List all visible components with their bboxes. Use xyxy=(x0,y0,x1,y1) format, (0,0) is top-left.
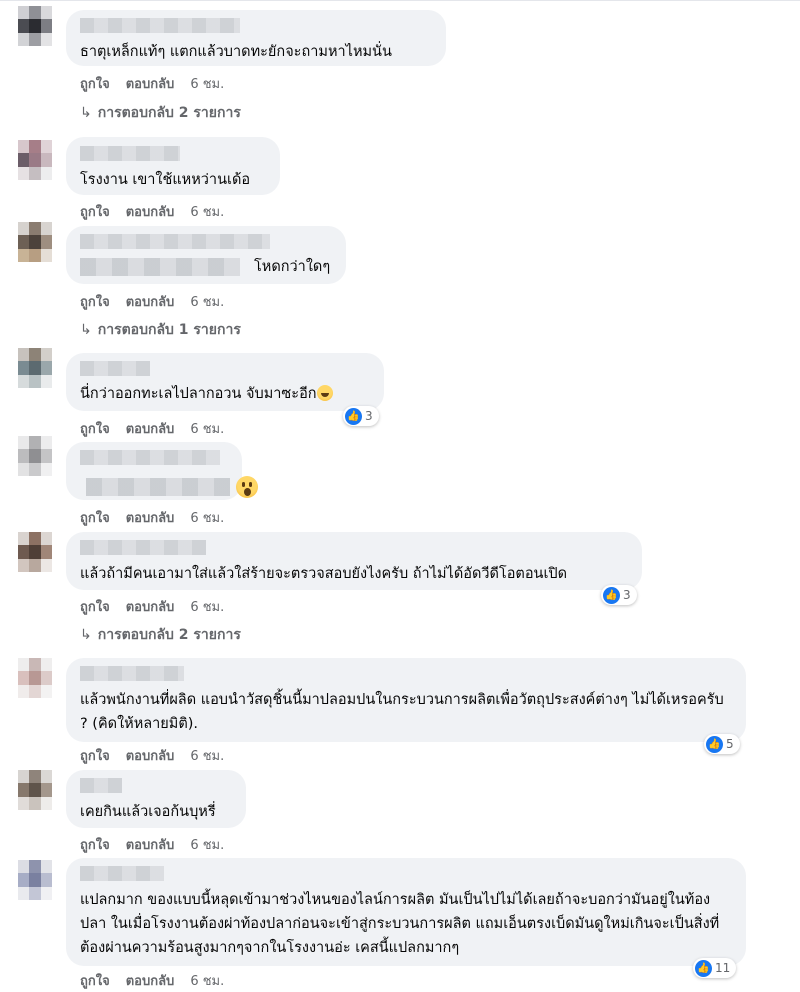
view-replies-link[interactable]: ↳ การตอบกลับ 2 รายการ xyxy=(80,624,241,646)
reaction-count[interactable]: 👍 3 xyxy=(343,406,379,426)
replies-label: การตอบกลับ 2 รายการ xyxy=(97,627,241,643)
comment-bubble: โหดกว่าใดๆ xyxy=(66,226,346,284)
comment-bubble: แล้วถ้ามีคนเอามาใส่แล้วใส่ร้ายจะตรวจสอบย… xyxy=(66,532,642,590)
timestamp[interactable]: 6 ชม. xyxy=(190,596,224,617)
reaction-count-value: 3 xyxy=(365,409,373,423)
comment-actions: ถูกใจ ตอบกลับ 6 ชม. xyxy=(80,507,224,528)
rofl-emoji-icon xyxy=(316,385,333,401)
top-divider xyxy=(0,0,800,1)
like-button[interactable]: ถูกใจ xyxy=(80,507,110,528)
reply-button[interactable]: ตอบกลับ xyxy=(126,507,175,528)
timestamp[interactable]: 6 ชม. xyxy=(190,507,224,528)
avatar[interactable] xyxy=(18,436,52,476)
view-replies-link[interactable]: ↳ การตอบกลับ 2 รายการ xyxy=(80,102,241,124)
avatar[interactable] xyxy=(18,860,52,900)
author-name-blurred[interactable] xyxy=(80,234,270,249)
comment-text: โหดกว่าใดๆ xyxy=(254,259,331,275)
comment-actions: ถูกใจ ตอบกลับ 6 ชม. xyxy=(80,745,224,766)
comment-actions: ถูกใจ ตอบกลับ 6 ชม. xyxy=(80,201,224,222)
comment-text: ธาตุเหล็กแท้ๆ แตกแล้วบาดทะยักจะถามหาไหมน… xyxy=(80,44,392,60)
reply-button[interactable]: ตอบกลับ xyxy=(126,418,175,439)
comment-bubble: แล้วพนักงานที่ผลิด แอบนำวัสดุชิ้นนี้มาปล… xyxy=(66,658,746,742)
reply-button[interactable]: ตอบกลับ xyxy=(126,745,175,766)
reply-arrow-icon: ↳ xyxy=(80,627,92,643)
reaction-count[interactable]: 👍 3 xyxy=(601,585,637,605)
comment-text: แล้วถ้ามีคนเอามาใส่แล้วใส่ร้ายจะตรวจสอบย… xyxy=(80,566,568,582)
reply-arrow-icon: ↳ xyxy=(80,105,92,121)
like-icon: 👍 xyxy=(603,586,620,604)
author-name-blurred[interactable] xyxy=(80,666,184,681)
replies-label: การตอบกลับ 1 รายการ xyxy=(97,322,241,338)
like-button[interactable]: ถูกใจ xyxy=(80,745,110,766)
timestamp[interactable]: 6 ชม. xyxy=(190,834,224,855)
comment-text-blurred xyxy=(80,258,240,276)
avatar[interactable] xyxy=(18,658,52,698)
like-button[interactable]: ถูกใจ xyxy=(80,291,110,312)
like-button[interactable]: ถูกใจ xyxy=(80,201,110,222)
author-name-blurred[interactable] xyxy=(80,146,180,161)
comment-bubble: นี่กว่าออกทะเลไปลากอวน จับมาซะอีก xyxy=(66,353,384,411)
author-name-blurred[interactable] xyxy=(80,778,122,793)
comment-text: เคยกินแล้วเจอก้นบุหรี่ xyxy=(80,804,216,820)
comment-bubble: ธาตุเหล็กแท้ๆ แตกแล้วบาดทะยักจะถามหาไหมน… xyxy=(66,10,446,66)
comment-actions: ถูกใจ ตอบกลับ 6 ชม. xyxy=(80,834,224,855)
timestamp[interactable]: 6 ชม. xyxy=(190,418,224,439)
like-button[interactable]: ถูกใจ xyxy=(80,596,110,617)
like-icon: 👍 xyxy=(695,959,712,977)
avatar[interactable] xyxy=(18,348,52,388)
timestamp[interactable]: 6 ชม. xyxy=(190,291,224,312)
replies-label: การตอบกลับ 2 รายการ xyxy=(97,105,241,121)
timestamp[interactable]: 6 ชม. xyxy=(190,970,224,991)
avatar[interactable] xyxy=(18,6,52,46)
reply-button[interactable]: ตอบกลับ xyxy=(126,970,175,991)
comment-text: แล้วพนักงานที่ผลิด แอบนำวัสดุชิ้นนี้มาปล… xyxy=(80,692,724,732)
like-button[interactable]: ถูกใจ xyxy=(80,834,110,855)
comment-bubble: เคยกินแล้วเจอก้นบุหรี่ xyxy=(66,770,246,828)
comment-text: นี่กว่าออกทะเลไปลากอวน จับมาซะอีก xyxy=(80,382,370,406)
reply-button[interactable]: ตอบกลับ xyxy=(126,201,175,222)
timestamp[interactable]: 6 ชม. xyxy=(190,73,224,94)
author-name-blurred[interactable] xyxy=(80,18,240,33)
like-button[interactable]: ถูกใจ xyxy=(80,73,110,94)
reply-button[interactable]: ตอบกลับ xyxy=(126,73,175,94)
reaction-count-value: 3 xyxy=(623,588,631,602)
reply-button[interactable]: ตอบกลับ xyxy=(126,596,175,617)
like-icon: 👍 xyxy=(345,407,362,425)
reaction-count[interactable]: 👍 11 xyxy=(693,958,737,978)
author-name-blurred[interactable] xyxy=(80,540,206,555)
comment-text: แปลกมาก ของแบบนี้หลุดเข้ามาช่วงไหนของไลน… xyxy=(80,892,720,956)
comment-bubble: โรงงาน เขาใช้แหหว่านเด้อ xyxy=(66,137,280,195)
like-button[interactable]: ถูกใจ xyxy=(80,418,110,439)
like-icon: 👍 xyxy=(706,735,723,753)
reply-arrow-icon: ↳ xyxy=(80,322,92,338)
reply-button[interactable]: ตอบกลับ xyxy=(126,291,175,312)
comment-actions: ถูกใจ ตอบกลับ 6 ชม. xyxy=(80,73,224,94)
comment-text-blurred xyxy=(86,478,230,496)
comment-actions: ถูกใจ ตอบกลับ 6 ชม. xyxy=(80,970,224,991)
comment-actions: ถูกใจ ตอบกลับ 6 ชม. xyxy=(80,291,224,312)
like-button[interactable]: ถูกใจ xyxy=(80,970,110,991)
comment-bubble: แปลกมาก ของแบบนี้หลุดเข้ามาช่วงไหนของไลน… xyxy=(66,858,746,966)
comment-text: โรงงาน เขาใช้แหหว่านเด้อ xyxy=(80,172,251,188)
view-replies-link[interactable]: ↳ การตอบกลับ 1 รายการ xyxy=(80,319,241,341)
comment-actions: ถูกใจ ตอบกลับ 6 ชม. xyxy=(80,596,224,617)
author-name-blurred[interactable] xyxy=(80,361,150,376)
reaction-count-value: 11 xyxy=(715,961,731,975)
reply-button[interactable]: ตอบกลับ xyxy=(126,834,175,855)
avatar[interactable] xyxy=(18,140,52,180)
avatar[interactable] xyxy=(18,222,52,262)
reaction-count-value: 5 xyxy=(726,737,734,751)
timestamp[interactable]: 6 ชม. xyxy=(190,201,224,222)
avatar[interactable] xyxy=(18,532,52,572)
wow-emoji-icon xyxy=(236,476,258,498)
comment-actions: ถูกใจ ตอบกลับ 6 ชม. xyxy=(80,418,224,439)
comment-bubble xyxy=(66,442,242,500)
author-name-blurred[interactable] xyxy=(80,866,164,881)
comment-text-content: นี่กว่าออกทะเลไปลากอวน จับมาซะอีก xyxy=(80,386,317,402)
timestamp[interactable]: 6 ชม. xyxy=(190,745,224,766)
author-name-blurred[interactable] xyxy=(80,450,220,465)
reaction-count[interactable]: 👍 5 xyxy=(704,734,740,754)
avatar[interactable] xyxy=(18,770,52,810)
